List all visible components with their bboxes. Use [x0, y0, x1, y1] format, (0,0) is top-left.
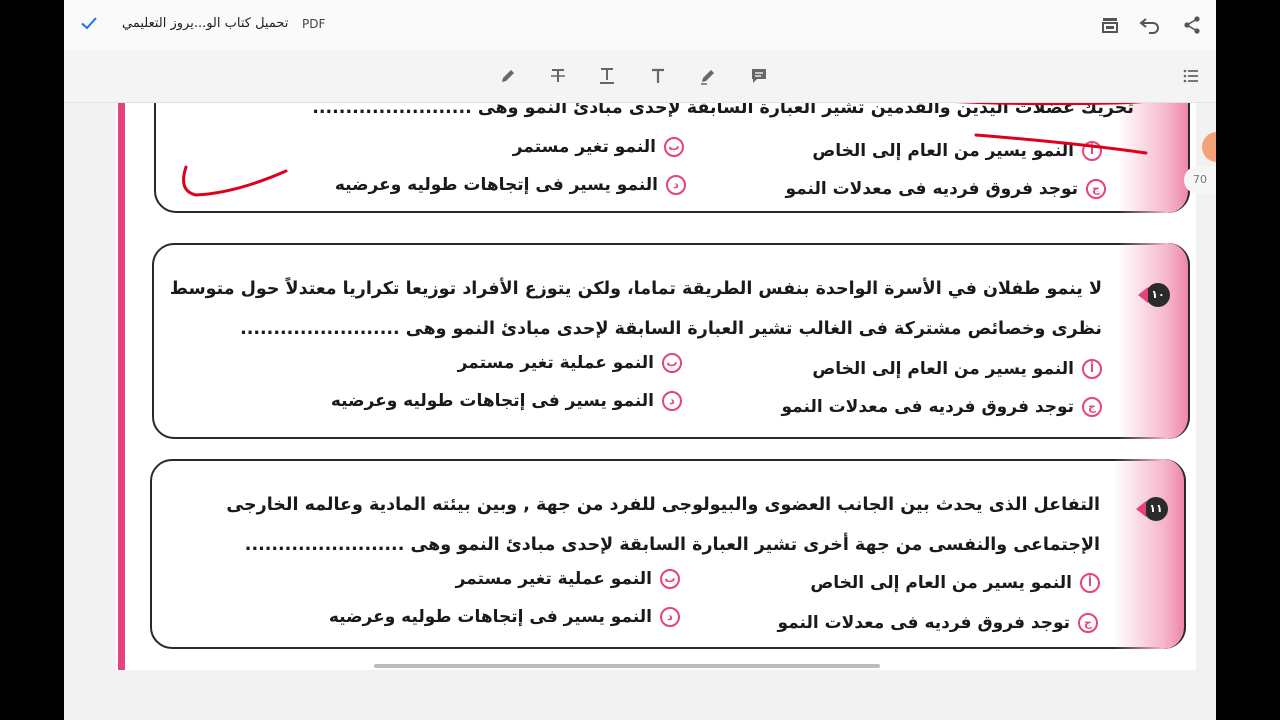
- pdf-page[interactable]: تحريك عضلات اليدين والقدمين تشير العبارة…: [116, 103, 1196, 670]
- option-text: النمو يسير من العام إلى الخاص: [810, 573, 1072, 593]
- check-icon[interactable]: [80, 14, 98, 32]
- question-text-line: نظرى وخصائص مشتركة فى الغالب تشير العبار…: [240, 319, 1102, 339]
- page-layout-icon[interactable]: [1098, 13, 1122, 37]
- share-icon[interactable]: [1180, 13, 1204, 37]
- undo-icon[interactable]: [1138, 13, 1162, 37]
- option-text: النمو عملية تغير مستمر: [455, 569, 652, 589]
- option-text: النمو يسير فى إتجاهات طوليه وعرضيه: [330, 391, 654, 411]
- option-text: النمو عملية تغير مستمر: [457, 353, 654, 373]
- option-bullet: د: [662, 391, 682, 411]
- option-bullet: ج: [1082, 397, 1102, 417]
- option-text: النمو يسير من العام إلى الخاص: [812, 359, 1074, 379]
- annotation-toolbar: [64, 50, 1216, 103]
- option-bullet: أ: [1082, 359, 1102, 379]
- pdf-viewer: تحميل كتاب الو...يروز التعليمي PDF تحريك…: [64, 0, 1216, 720]
- ink-annotation[interactable]: [116, 103, 1196, 223]
- question-number-badge: ١١: [1136, 497, 1168, 521]
- option-d[interactable]: د النمو يسير فى إتجاهات طوليه وعرضيه: [329, 607, 680, 627]
- question-number-badge: ١٠: [1138, 283, 1170, 307]
- document-title: تحميل كتاب الو...يروز التعليمي: [122, 16, 289, 31]
- floating-action-button[interactable]: [1202, 132, 1216, 162]
- top-bar: تحميل كتاب الو...يروز التعليمي PDF: [64, 0, 1216, 50]
- option-d[interactable]: د النمو يسير فى إتجاهات طوليه وعرضيه: [331, 391, 682, 411]
- list-icon[interactable]: [1179, 64, 1203, 88]
- option-b[interactable]: ب النمو عملية تغير مستمر: [456, 569, 680, 589]
- option-text: توجد فروق فرديه فى معدلات النمو: [777, 613, 1070, 633]
- question-text-line: لا ينمو طفلان في الأسرة الواحدة بنفس الط…: [169, 279, 1102, 299]
- option-c[interactable]: ج توجد فروق فرديه فى معدلات النمو: [781, 397, 1102, 417]
- pen-icon[interactable]: [496, 64, 520, 88]
- option-a[interactable]: أ النمو يسير من العام إلى الخاص: [810, 573, 1100, 593]
- underline-icon[interactable]: [595, 64, 619, 88]
- document-type-label: PDF: [302, 17, 326, 31]
- option-b[interactable]: ب النمو عملية تغير مستمر: [458, 353, 682, 373]
- comment-icon[interactable]: [747, 64, 771, 88]
- strikethrough-icon[interactable]: [546, 64, 570, 88]
- option-a[interactable]: أ النمو يسير من العام إلى الخاص: [812, 359, 1102, 379]
- text-icon[interactable]: [646, 64, 670, 88]
- option-text: توجد فروق فرديه فى معدلات النمو: [781, 397, 1074, 417]
- option-bullet: د: [660, 607, 680, 627]
- option-bullet: ب: [662, 353, 682, 373]
- horizontal-scrollbar[interactable]: [374, 664, 880, 668]
- question-text-line: الإجتماعى والنفسى من جهة أخرى تشير العبا…: [244, 535, 1100, 555]
- option-bullet: أ: [1080, 573, 1100, 593]
- question-text-line: التفاعل الذى يحدث بين الجانب العضوى والب…: [226, 495, 1100, 515]
- highlighter-icon[interactable]: [696, 64, 720, 88]
- option-bullet: ج: [1078, 613, 1098, 633]
- option-c[interactable]: ج توجد فروق فرديه فى معدلات النمو: [777, 613, 1098, 633]
- option-text: النمو يسير فى إتجاهات طوليه وعرضيه: [328, 607, 652, 627]
- option-bullet: ب: [660, 569, 680, 589]
